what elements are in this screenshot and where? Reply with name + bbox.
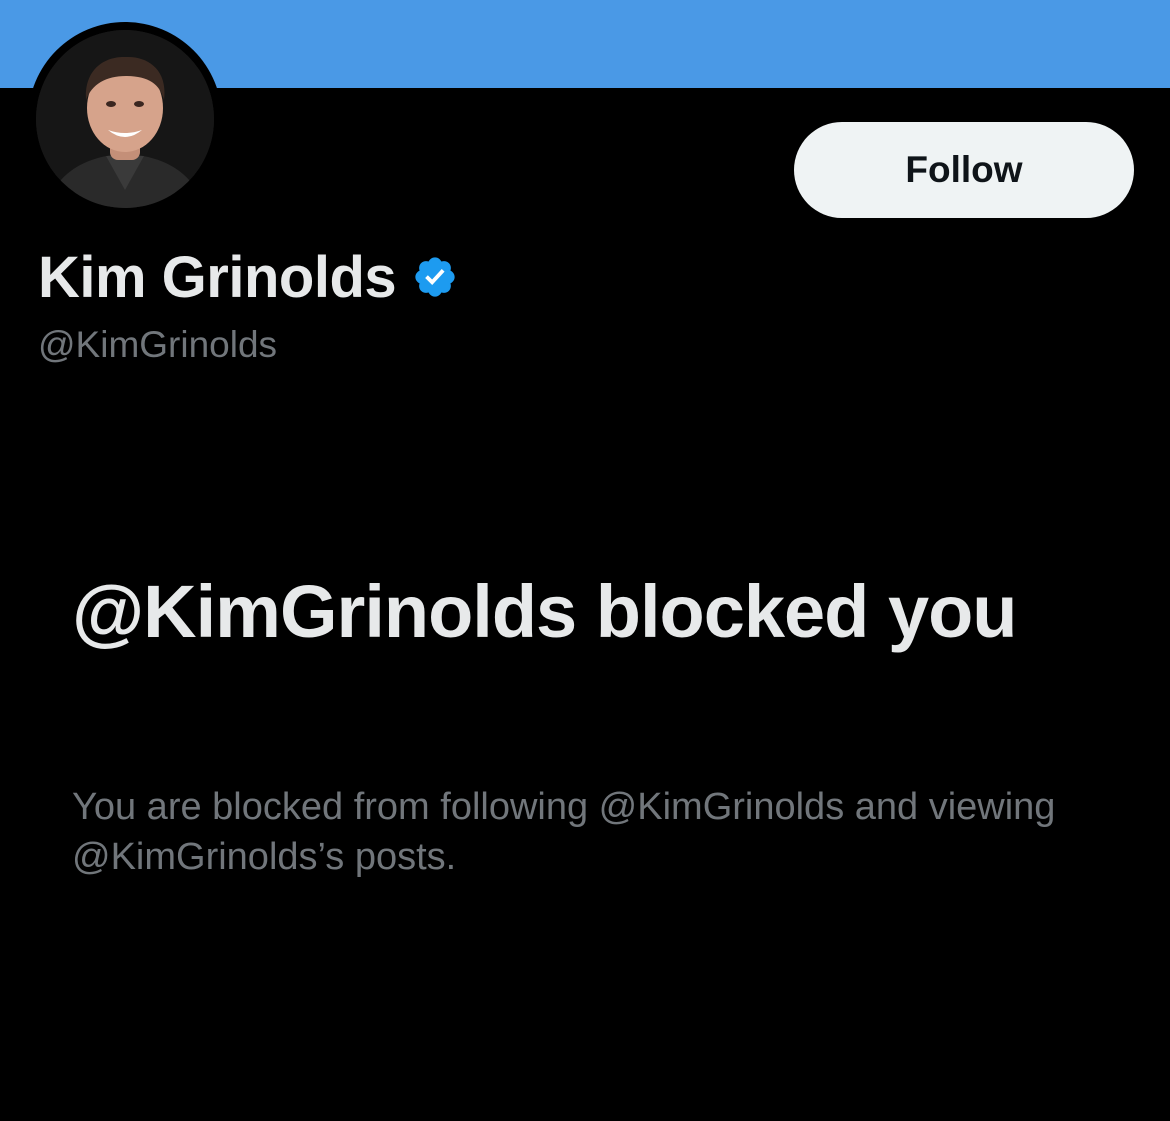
display-name: Kim Grinolds <box>38 244 397 310</box>
verified-badge-icon[interactable] <box>412 254 458 300</box>
blocked-title: @KimGrinolds blocked you <box>72 570 1018 653</box>
follow-button[interactable]: Follow <box>794 122 1134 218</box>
avatar-photo <box>36 30 214 208</box>
blocked-description: You are blocked from following @KimGrino… <box>72 786 1056 878</box>
profile-handle: @KimGrinolds <box>38 324 278 365</box>
profile-name-row: Kim Grinolds <box>38 240 458 314</box>
avatar[interactable] <box>36 30 214 208</box>
profile-page: Follow Kim Grinolds @KimGrinolds @KimGri… <box>0 0 1170 1121</box>
avatar-container[interactable] <box>28 22 222 216</box>
